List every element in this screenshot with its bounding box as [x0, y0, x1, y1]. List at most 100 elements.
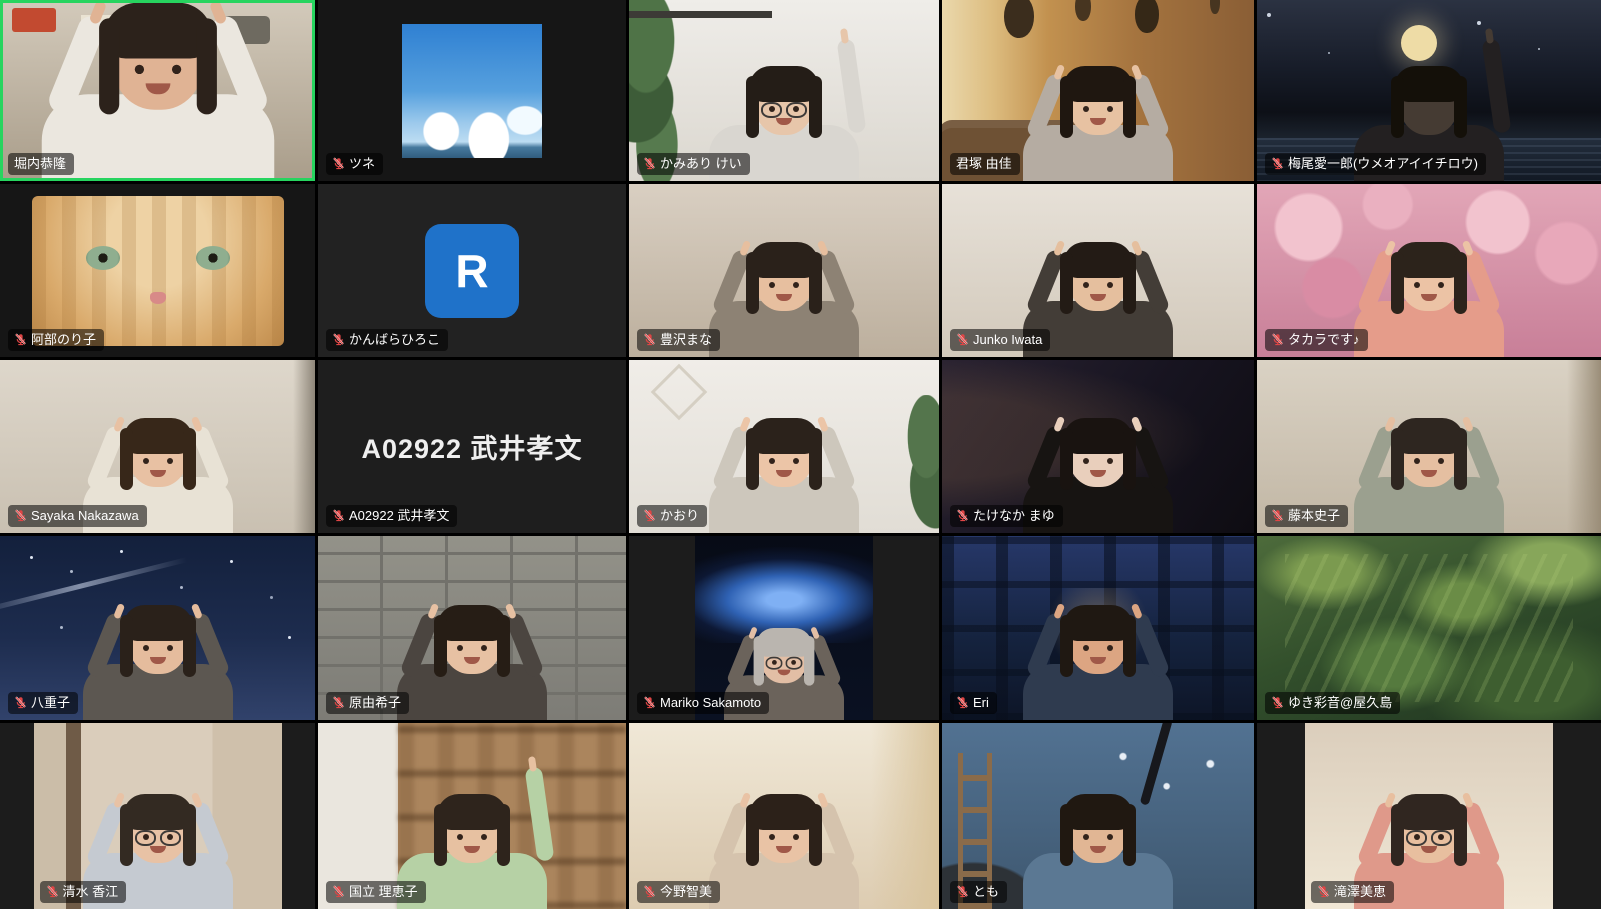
person-hair [123, 418, 193, 454]
muted-mic-icon [1317, 885, 1330, 898]
person-head [443, 612, 501, 674]
person-hair [1063, 418, 1133, 454]
participant-label: A02922 武井孝文 [326, 505, 457, 527]
participant-tile[interactable]: 堀内恭隆 [0, 0, 315, 181]
person-hair [123, 794, 193, 830]
muted-mic-icon [332, 157, 345, 170]
participant-tile[interactable]: 藤本史子 [1257, 360, 1601, 533]
participant-label: 八重子 [8, 692, 78, 714]
muted-mic-icon [643, 696, 656, 709]
participant-name: かみあり けい [660, 155, 742, 172]
glasses [135, 830, 181, 845]
participant-name: ゆき彩音@屋久島 [1288, 694, 1392, 711]
eye [167, 645, 173, 651]
person-head [1069, 425, 1127, 487]
participant-name: 清水 香江 [63, 883, 119, 900]
participant-tile[interactable]: たけなか まゆ [942, 360, 1254, 533]
muted-mic-icon [14, 333, 27, 346]
eye [143, 458, 149, 464]
muted-mic-icon [643, 157, 656, 170]
participant-tile[interactable]: 君塚 由佳 [942, 0, 1254, 181]
eye [1107, 645, 1113, 651]
participant-tile[interactable]: Junko Iwata [942, 184, 1254, 357]
eye [769, 834, 775, 840]
muted-mic-icon [332, 696, 345, 709]
participant-tile[interactable]: 豊沢まな [629, 184, 939, 357]
mouth [464, 846, 480, 853]
participant-name: Sayaka Nakazawa [31, 507, 139, 524]
participant-tile[interactable]: とも [942, 723, 1254, 909]
muted-mic-icon [14, 696, 27, 709]
cat-nose [150, 292, 166, 304]
mouth [778, 670, 791, 676]
glasses [1406, 830, 1452, 845]
eye [1083, 282, 1089, 288]
participant-label: とも [950, 881, 1007, 903]
participant-label: 今野智美 [637, 881, 720, 903]
participant-tile[interactable]: 梅尾愛一郎(ウメオアイイチロウ) [1257, 0, 1601, 181]
person-head [755, 425, 813, 487]
mouth [150, 470, 166, 477]
eye [1438, 458, 1444, 464]
participant-name: A02922 武井孝文 [349, 507, 449, 524]
right-arm [525, 766, 555, 861]
participant-tile[interactable]: A02922 武井孝文 A02922 武井孝文 [318, 360, 626, 533]
person-figure [1003, 49, 1193, 181]
person-hair [437, 794, 507, 830]
participant-tile[interactable]: 国立 理恵子 [318, 723, 626, 909]
person-head [1400, 249, 1458, 311]
person-head [755, 249, 813, 311]
participant-name: とも [973, 883, 999, 900]
person-hair [437, 605, 507, 641]
participant-tile[interactable]: Sayaka Nakazawa [0, 360, 315, 533]
eye [1083, 458, 1089, 464]
eye [769, 282, 775, 288]
eye [793, 282, 799, 288]
participant-tile[interactable]: ツネ [318, 0, 626, 181]
participant-tile[interactable]: Eri [942, 536, 1254, 720]
participant-name: タカラです♪ [1288, 331, 1360, 348]
person-figure [1003, 588, 1193, 720]
participant-tile[interactable]: 滝澤美恵 [1257, 723, 1601, 909]
participant-tile[interactable]: 清水 香江 [0, 723, 315, 909]
eye [793, 834, 799, 840]
participant-name: 原由希子 [349, 694, 401, 711]
muted-mic-icon [643, 885, 656, 898]
participant-tile[interactable]: R かんばらひろこ [318, 184, 626, 357]
mouth [1090, 657, 1106, 664]
mouth [1421, 846, 1437, 853]
participant-tile[interactable]: かみあり けい [629, 0, 939, 181]
mouth [150, 846, 166, 853]
person-head [755, 801, 813, 863]
eye [1083, 645, 1089, 651]
participant-name: 滝澤美恵 [1334, 883, 1386, 900]
mouth [776, 470, 792, 477]
participant-tile[interactable]: 今野智美 [629, 723, 939, 909]
participant-label: タカラです♪ [1265, 329, 1368, 351]
eye [1107, 834, 1113, 840]
participant-tile[interactable]: 阿部のり子 [0, 184, 315, 357]
participant-name: Eri [973, 694, 989, 711]
mouth [145, 83, 170, 94]
participant-tile[interactable]: 原由希子 [318, 536, 626, 720]
participant-tile[interactable]: ゆき彩音@屋久島 [1257, 536, 1601, 720]
person-head [129, 425, 187, 487]
participant-label: Eri [950, 692, 997, 714]
participant-label: 滝澤美恵 [1311, 881, 1394, 903]
person-head [1400, 801, 1458, 863]
participant-tile[interactable]: Mariko Sakamoto [629, 536, 939, 720]
muted-mic-icon [956, 885, 969, 898]
participant-label: 堀内恭隆 [8, 153, 74, 175]
person-hair [103, 3, 212, 59]
person-hair [1063, 242, 1133, 278]
person-hair [749, 418, 819, 454]
participant-tile[interactable]: タカラです♪ [1257, 184, 1601, 357]
eye [1083, 106, 1089, 112]
mouth [776, 294, 792, 301]
person-hair [749, 242, 819, 278]
person-figure [1003, 777, 1193, 909]
cat-eye [196, 246, 230, 270]
participant-tile[interactable]: 八重子 [0, 536, 315, 720]
participant-tile[interactable]: かおり [629, 360, 939, 533]
eye [1083, 834, 1089, 840]
